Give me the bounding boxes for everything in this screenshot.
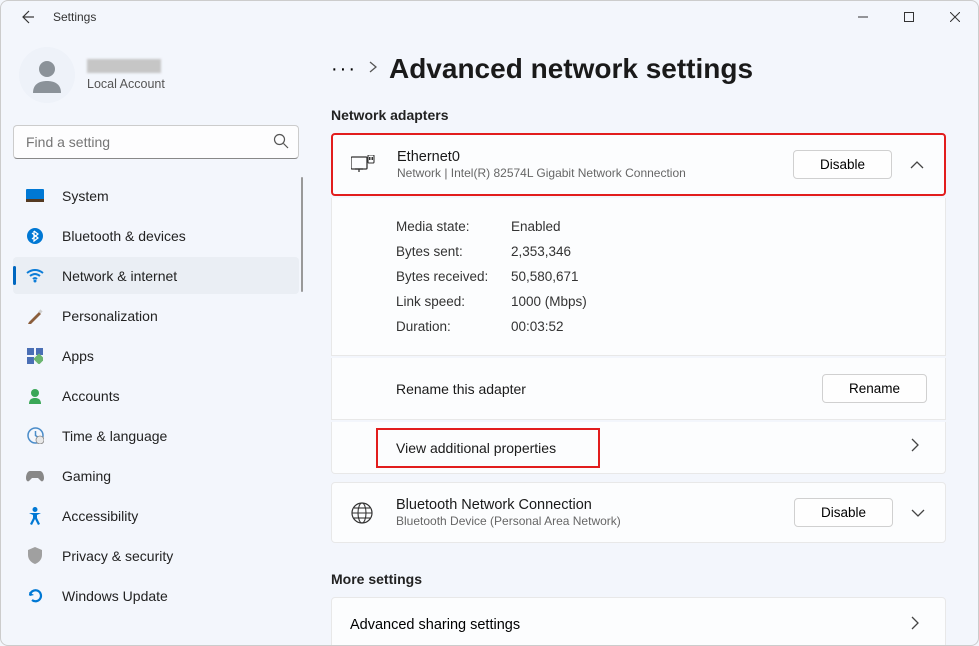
nav-label: Privacy & security [62, 548, 173, 564]
ethernet-icon [351, 155, 375, 175]
detail-sent-label: Bytes sent: [396, 244, 511, 259]
search-input[interactable] [13, 125, 299, 159]
detail-media-label: Media state: [396, 219, 511, 234]
chevron-right-icon [911, 616, 927, 634]
gaming-icon [25, 466, 45, 486]
page-title: Advanced network settings [389, 53, 753, 85]
sidebar-item-time[interactable]: Time & language [13, 417, 299, 454]
nav-label: Personalization [62, 308, 158, 324]
user-name-redacted [87, 59, 161, 73]
sharing-label: Advanced sharing settings [350, 617, 520, 633]
user-type: Local Account [87, 77, 165, 91]
nav-label: Time & language [62, 428, 167, 444]
detail-recv-label: Bytes received: [396, 269, 511, 284]
detail-recv-value: 50,580,671 [511, 269, 579, 284]
app-title: Settings [53, 10, 96, 24]
minimize-button[interactable] [840, 1, 886, 33]
advanced-sharing-row[interactable]: Advanced sharing settings [331, 597, 946, 645]
rename-adapter-row[interactable]: Rename this adapter Rename [331, 358, 946, 420]
disable-button[interactable]: Disable [793, 150, 892, 179]
adapter-bluetooth-header[interactable]: Bluetooth Network Connection Bluetooth D… [331, 482, 946, 543]
rename-button[interactable]: Rename [822, 374, 927, 403]
nav-scroll-indicator[interactable] [301, 177, 303, 292]
personalization-icon [25, 306, 45, 326]
time-icon [25, 426, 45, 446]
accounts-icon [25, 386, 45, 406]
chevron-down-icon[interactable] [911, 504, 927, 522]
view-additional-properties-row[interactable]: View additional properties [331, 422, 946, 474]
sidebar-item-system[interactable]: System [13, 177, 299, 214]
adapter-details: Media state:Enabled Bytes sent:2,353,346… [331, 198, 946, 356]
chevron-right-icon [911, 438, 927, 457]
sidebar-item-accessibility[interactable]: Accessibility [13, 497, 299, 534]
detail-media-value: Enabled [511, 219, 561, 234]
detail-duration-label: Duration: [396, 319, 511, 334]
adapter-name: Ethernet0 [397, 149, 771, 165]
sidebar-item-update[interactable]: Windows Update [13, 577, 299, 614]
detail-sent-value: 2,353,346 [511, 244, 571, 259]
nav-label: Accounts [62, 388, 120, 404]
close-button[interactable] [932, 1, 978, 33]
adapter-desc: Network | Intel(R) 82574L Gigabit Networ… [397, 166, 771, 180]
section-adapters: Network adapters [331, 107, 946, 123]
privacy-icon [25, 546, 45, 566]
bluetooth-network-icon [350, 502, 374, 524]
detail-speed-value: 1000 (Mbps) [511, 294, 587, 309]
sidebar-item-gaming[interactable]: Gaming [13, 457, 299, 494]
section-more: More settings [331, 571, 946, 587]
nav-label: Windows Update [62, 588, 168, 604]
user-block[interactable]: Local Account [13, 41, 299, 109]
sidebar-item-apps[interactable]: Apps [13, 337, 299, 374]
detail-speed-label: Link speed: [396, 294, 511, 309]
update-icon [25, 586, 45, 606]
network-icon [25, 266, 45, 286]
sidebar-item-accounts[interactable]: Accounts [13, 377, 299, 414]
sidebar-item-bluetooth[interactable]: Bluetooth & devices [13, 217, 299, 254]
adapter-desc: Bluetooth Device (Personal Area Network) [396, 514, 772, 528]
breadcrumb-overflow[interactable]: ··· [331, 58, 357, 81]
bluetooth-icon [25, 226, 45, 246]
disable-button[interactable]: Disable [794, 498, 893, 527]
nav-label: Accessibility [62, 508, 138, 524]
sidebar-item-privacy[interactable]: Privacy & security [13, 537, 299, 574]
sidebar-item-network[interactable]: Network & internet [13, 257, 299, 294]
search-icon [273, 133, 289, 154]
chevron-up-icon[interactable] [910, 156, 926, 174]
adapter-ethernet-header[interactable]: Ethernet0 Network | Intel(R) 82574L Giga… [331, 133, 946, 196]
maximize-button[interactable] [886, 1, 932, 33]
system-icon [25, 186, 45, 206]
sidebar-item-personalization[interactable]: Personalization [13, 297, 299, 334]
adapter-name: Bluetooth Network Connection [396, 497, 772, 513]
nav-label: System [62, 188, 109, 204]
nav-label: Gaming [62, 468, 111, 484]
apps-icon [25, 346, 45, 366]
detail-duration-value: 00:03:52 [511, 319, 564, 334]
chevron-right-icon [369, 60, 377, 78]
nav-label: Apps [62, 348, 94, 364]
back-button[interactable] [17, 7, 37, 27]
accessibility-icon [25, 506, 45, 526]
nav-label: Network & internet [62, 268, 177, 284]
additional-label: View additional properties [396, 440, 556, 456]
avatar [19, 47, 75, 103]
nav-label: Bluetooth & devices [62, 228, 186, 244]
rename-label: Rename this adapter [396, 381, 526, 397]
